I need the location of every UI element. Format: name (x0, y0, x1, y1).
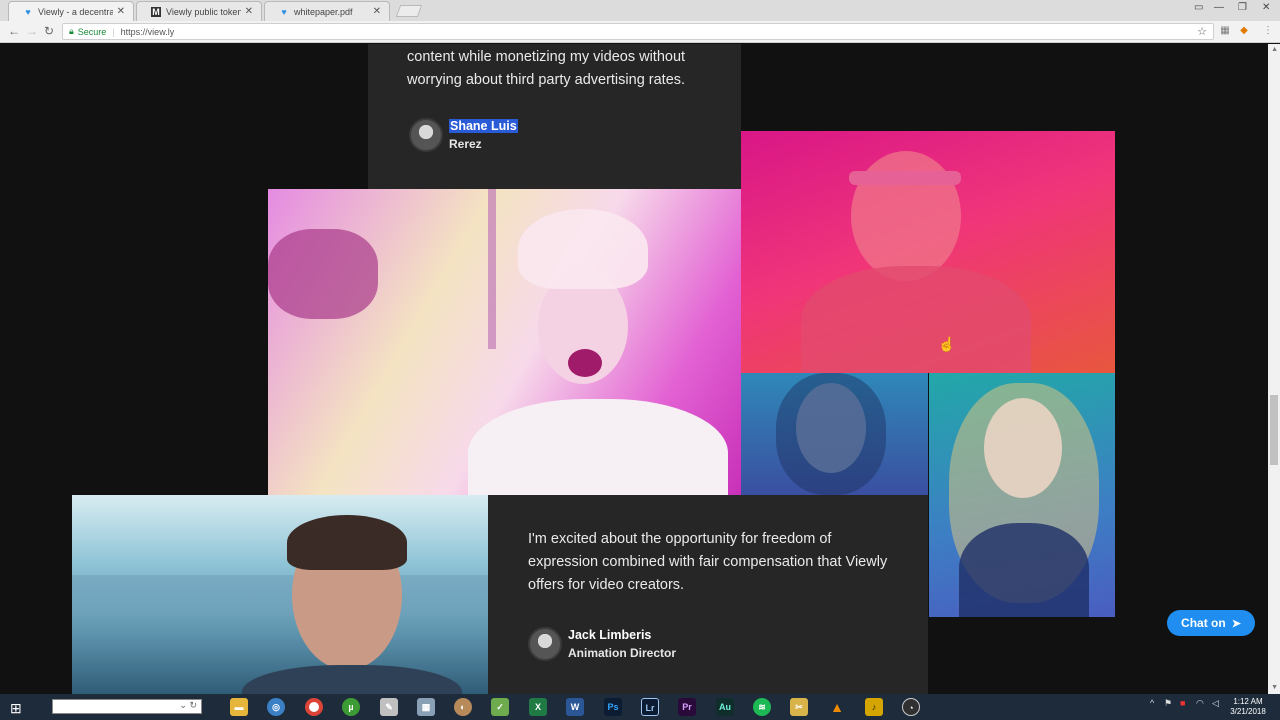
star-icon[interactable]: ☆ (1197, 25, 1207, 38)
utorrent-icon[interactable]: µ (342, 698, 360, 716)
menu-icon[interactable]: ⋮ (1262, 25, 1274, 37)
word-icon[interactable]: W (566, 698, 584, 716)
taskbar-search-input[interactable]: ⌄ ↻ (52, 699, 202, 714)
browser-tab-whitepaper[interactable]: ♥ whitepaper.pdf ✕ (264, 1, 390, 21)
heart-icon: ♥ (25, 6, 31, 17)
tab-title: whitepaper.pdf (294, 6, 353, 17)
telegram-icon: ➤ (1231, 617, 1241, 630)
extension-icon[interactable]: ◆ (1238, 25, 1250, 37)
medium-icon: M (151, 6, 161, 17)
close-icon[interactable]: ✕ (373, 6, 381, 17)
lightroom-icon[interactable]: Lr (641, 698, 659, 716)
volume-icon[interactable]: ◁ (1212, 698, 1219, 709)
paint-icon[interactable]: ✎ (380, 698, 398, 716)
page-content: content while monetizing my videos witho… (0, 44, 1268, 694)
forward-icon[interactable]: → (26, 24, 38, 38)
creator-photo (741, 373, 928, 495)
browser-tab-bar: ♥ Viewly - a decentralized ✕ M Viewly pu… (0, 0, 1280, 21)
secure-label: Secure (77, 26, 107, 37)
clock-date: 3/21/2018 (1230, 707, 1266, 716)
testimonial-author: Jack Limberis Animation Director (528, 626, 676, 662)
url-field[interactable]: 🔒︎ Secure | https://view.ly ☆ (62, 23, 1214, 40)
spotify-icon[interactable]: ≋ (753, 698, 771, 716)
browser-tab-viewly[interactable]: ♥ Viewly - a decentralized ✕ (8, 1, 134, 21)
creator-photo (741, 131, 1115, 373)
scrollbar-thumb[interactable] (1270, 395, 1278, 465)
scroll-up-icon[interactable]: ▲ (1271, 46, 1278, 53)
chrome-icon[interactable] (305, 698, 323, 716)
avatar (528, 627, 562, 661)
extension-icon[interactable]: ▦ (1219, 25, 1231, 37)
profile-icon[interactable]: ▭ (1194, 2, 1203, 13)
wifi-icon[interactable]: ◠ (1196, 698, 1204, 709)
address-bar: ← → ↻ 🔒︎ Secure | https://view.ly ☆ ▦ ◆ … (0, 21, 1280, 43)
tool-icon[interactable]: ✂ (790, 698, 808, 716)
photoshop-icon[interactable]: Ps (604, 698, 622, 716)
testimonial-card: I'm excited about the opportunity for fr… (488, 495, 928, 694)
antivirus-icon[interactable]: ■ (1180, 698, 1185, 708)
scroll-down-icon[interactable]: ▼ (1271, 684, 1278, 691)
testimonial-card: content while monetizing my videos witho… (368, 44, 741, 189)
hand-cursor-icon: ☝ (938, 336, 956, 352)
system-clock[interactable]: 1:12 AM 3/21/2018 (1228, 697, 1268, 717)
author-role: Rerez (449, 137, 482, 151)
browser-tab-token-sale[interactable]: M Viewly public token sale ✕ (136, 1, 262, 21)
author-role: Animation Director (568, 646, 677, 660)
palette-icon[interactable]: ◐ (454, 698, 472, 716)
author-name: Shane Luis (449, 119, 518, 133)
heart-icon: ♥ (281, 6, 287, 17)
close-icon[interactable]: ✕ (245, 6, 253, 17)
divider: | (112, 26, 115, 37)
creator-photo (72, 495, 488, 694)
restore-icon[interactable]: ❐ (1238, 2, 1247, 13)
close-icon[interactable]: ✕ (117, 6, 125, 17)
tab-title: Viewly - a decentralized (38, 6, 113, 17)
file-explorer-icon[interactable]: ▬ (230, 698, 248, 716)
author-name: Jack Limberis (568, 628, 652, 642)
back-icon[interactable]: ← (8, 24, 20, 38)
reload-icon[interactable]: ↻ (44, 24, 54, 38)
dropdown-icon[interactable]: ⌄ ↻ (179, 700, 197, 711)
scrollbar[interactable] (1268, 44, 1280, 694)
app-icon[interactable]: ◎ (267, 698, 285, 716)
lock-icon: 🔒︎ (69, 26, 74, 36)
testimonial-quote: content while monetizing my videos witho… (407, 49, 686, 88)
minimize-icon[interactable]: — (1214, 2, 1224, 13)
notepad-icon[interactable]: ✓ (491, 698, 509, 716)
clock-time: 1:12 AM (1233, 697, 1263, 706)
calculator-icon[interactable]: ▦ (417, 698, 435, 716)
tab-title: Viewly public token sale (166, 6, 241, 17)
creator-photo (268, 189, 741, 495)
url-text: https://view.ly (120, 26, 175, 37)
chat-label: Chat on (1181, 616, 1226, 630)
excel-icon[interactable]: X (529, 698, 547, 716)
chat-on-telegram-button[interactable]: Chat on ➤ (1167, 610, 1255, 636)
taskbar: ⊞ ⌄ ↻ ▬ ◎ µ ✎ ▦ ◐ ✓ X W Ps Lr Pr Au ≋ ✂ … (0, 694, 1280, 720)
creator-photo (929, 373, 1115, 617)
flag-icon[interactable]: ⚑ (1164, 698, 1172, 709)
testimonial-quote: I'm excited about the opportunity for fr… (528, 531, 888, 593)
tray-chevron-icon[interactable]: ^ (1150, 698, 1154, 708)
avatar (409, 118, 443, 152)
vlc-icon[interactable]: ▲ (828, 698, 846, 716)
obs-icon[interactable]: ◔ (902, 698, 920, 716)
testimonial-author: Shane Luis Rerez (409, 117, 518, 153)
new-tab-button[interactable] (395, 5, 423, 17)
windows-start-icon[interactable]: ⊞ (10, 700, 22, 717)
window-close-icon[interactable]: ✕ (1262, 2, 1270, 13)
audition-icon[interactable]: Au (716, 698, 734, 716)
premiere-icon[interactable]: Pr (678, 698, 696, 716)
fl-studio-icon[interactable]: ♪ (865, 698, 883, 716)
